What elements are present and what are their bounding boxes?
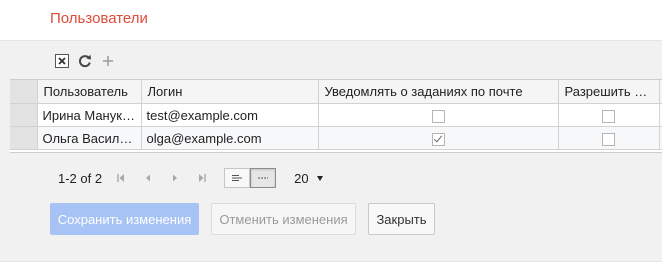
column-header-user[interactable]: Пользователь xyxy=(37,80,142,104)
compact-view-icon xyxy=(258,177,269,179)
allow-checkbox[interactable] xyxy=(602,132,615,146)
compact-density-button[interactable] xyxy=(250,168,277,188)
delete-icon[interactable] xyxy=(54,53,70,69)
row-selector[interactable] xyxy=(10,126,38,150)
chevron-down-icon xyxy=(316,175,323,181)
login-cell[interactable]: test@example.com xyxy=(141,103,319,127)
page-size-value: 20 xyxy=(294,170,309,186)
user-name-cell[interactable]: Ольга Васил… xyxy=(37,126,142,150)
column-header-allow[interactable]: Разрешить … xyxy=(558,80,660,104)
close-button[interactable]: Закрыть xyxy=(368,203,435,235)
row-selector[interactable] xyxy=(10,103,38,127)
refresh-icon[interactable] xyxy=(77,53,93,69)
column-header-notify[interactable]: Уведомлять о заданиях по почте xyxy=(318,80,559,104)
page-title: Пользователи xyxy=(50,10,148,27)
allow-checkbox[interactable] xyxy=(602,109,615,123)
notify-checkbox[interactable] xyxy=(431,132,445,146)
allow-cell xyxy=(558,103,660,127)
last-page-icon[interactable] xyxy=(195,171,209,185)
cancel-button[interactable]: Отменить изменения xyxy=(211,203,356,235)
comfortable-density-button[interactable] xyxy=(224,168,251,188)
table-header-row: Пользователь Логин Уведомлять о заданиях… xyxy=(10,80,662,104)
pagination-range: 1-2 of 2 xyxy=(58,170,103,186)
user-name-cell[interactable]: Ирина Манукян xyxy=(37,103,142,127)
save-button[interactable]: Сохранить изменения xyxy=(50,203,199,235)
page-size-select[interactable]: 20 xyxy=(288,168,328,188)
density-toggle xyxy=(224,168,277,188)
notify-cell xyxy=(318,103,559,127)
column-header-login[interactable]: Логин xyxy=(141,80,319,104)
grid-toolbar xyxy=(54,52,123,70)
pagination: 1-2 of 2 20 xyxy=(58,167,329,189)
table-row[interactable]: Ольга Васил… olga@example.com xyxy=(10,126,662,150)
allow-cell xyxy=(558,126,660,150)
list-view-icon xyxy=(232,175,243,181)
first-page-icon[interactable] xyxy=(114,171,128,185)
previous-page-icon[interactable] xyxy=(141,171,155,185)
bottom-divider xyxy=(0,261,662,262)
login-cell[interactable]: olga@example.com xyxy=(141,126,319,150)
notify-checkbox[interactable] xyxy=(431,109,445,123)
table-row[interactable]: Ирина Манукян test@example.com xyxy=(10,103,662,127)
users-table: Пользователь Логин Уведомлять о заданиях… xyxy=(10,79,662,153)
select-column-header[interactable] xyxy=(10,80,38,104)
add-icon[interactable] xyxy=(100,53,116,69)
next-page-icon[interactable] xyxy=(168,171,182,185)
notify-cell xyxy=(318,126,559,150)
